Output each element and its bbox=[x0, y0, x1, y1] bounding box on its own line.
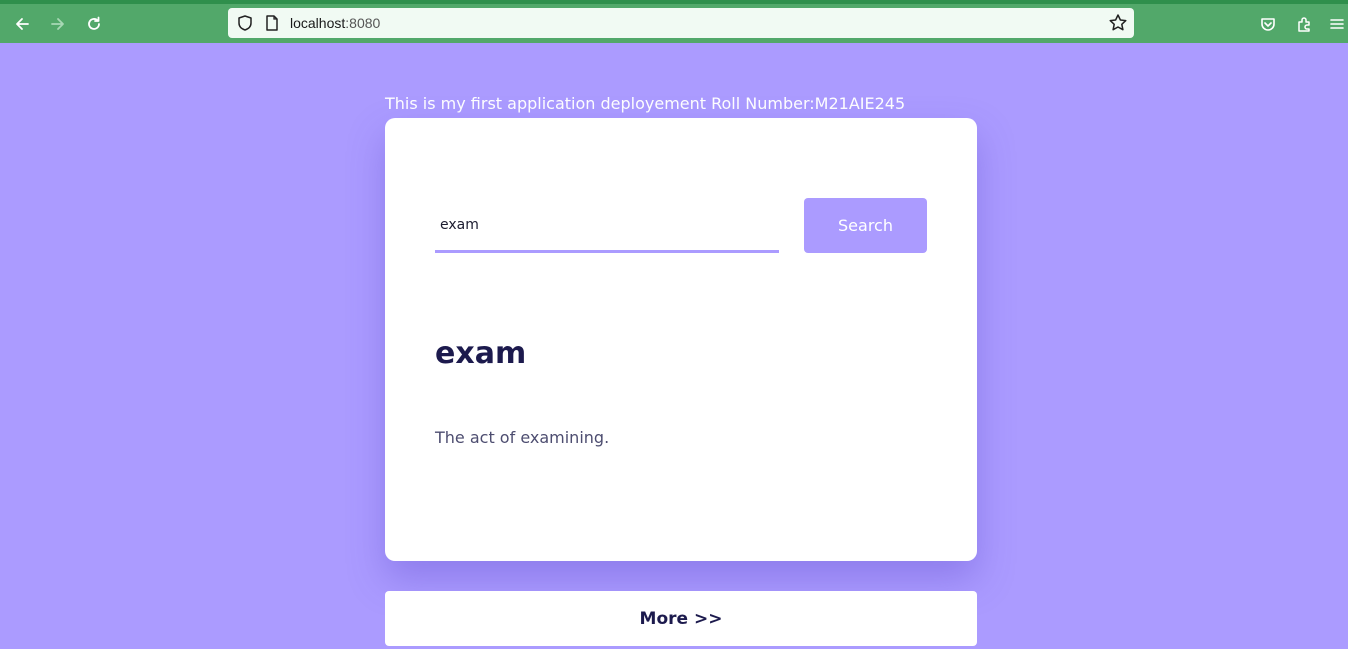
search-button[interactable]: Search bbox=[804, 198, 927, 253]
menu-button[interactable] bbox=[1326, 10, 1348, 38]
pocket-button[interactable] bbox=[1254, 10, 1282, 38]
page-heading: This is my first application deployement… bbox=[385, 94, 906, 113]
reload-icon bbox=[88, 16, 100, 30]
search-input[interactable] bbox=[435, 198, 779, 253]
shield-icon[interactable] bbox=[236, 14, 254, 32]
page-icon[interactable] bbox=[264, 14, 280, 32]
url-port: :8080 bbox=[345, 15, 381, 31]
dictionary-card: Search exam The act of examining. bbox=[385, 118, 977, 561]
result-word: exam bbox=[435, 336, 527, 371]
url-text[interactable]: localhost:8080 bbox=[290, 15, 380, 31]
pocket-icon bbox=[1261, 18, 1275, 31]
result-definition: The act of examining. bbox=[435, 428, 610, 447]
bookmark-star-icon[interactable] bbox=[1108, 13, 1128, 33]
back-button[interactable] bbox=[8, 10, 36, 38]
reload-button[interactable] bbox=[80, 10, 108, 38]
forward-arrow-icon bbox=[51, 18, 64, 30]
more-button[interactable]: More >> bbox=[385, 591, 977, 646]
menu-icon bbox=[1330, 19, 1344, 29]
address-bar[interactable]: localhost:8080 bbox=[228, 8, 1134, 38]
browser-toolbar: localhost:8080 bbox=[0, 0, 1348, 43]
forward-button[interactable] bbox=[44, 10, 72, 38]
url-host: localhost bbox=[290, 15, 346, 31]
extensions-button[interactable] bbox=[1290, 10, 1318, 38]
back-arrow-icon bbox=[16, 18, 29, 30]
extensions-icon bbox=[1298, 17, 1310, 32]
